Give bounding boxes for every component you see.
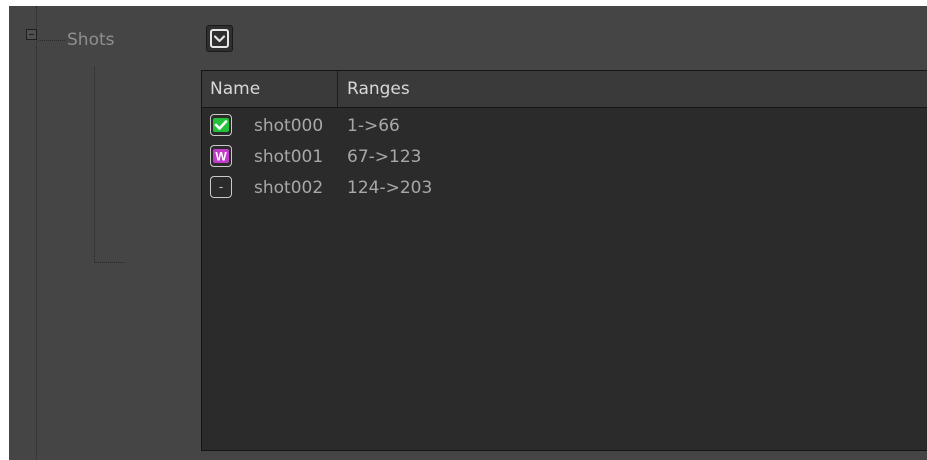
shot-name: shot002 <box>254 178 324 198</box>
tree-child-line <box>94 67 95 263</box>
column-header-name[interactable]: Name <box>202 71 338 107</box>
collapse-toggle-icon[interactable] <box>26 29 37 40</box>
tree-branch-line <box>38 40 65 41</box>
tree-guide-line <box>36 6 37 460</box>
dropdown-button[interactable] <box>206 25 233 52</box>
shot-name: shot001 <box>254 147 324 167</box>
shot-range: 67->123 <box>347 147 422 167</box>
table-header: Name Ranges <box>202 71 927 108</box>
shot-range: 124->203 <box>347 178 433 198</box>
table-row[interactable]: W shot001 67->123 <box>202 142 927 173</box>
svg-text:W: W <box>215 150 227 164</box>
tree-child-branch <box>95 262 125 263</box>
empty-status-icon: - <box>210 176 232 198</box>
table-row[interactable]: - shot002 124->203 <box>202 173 927 204</box>
chevron-down-icon <box>210 29 229 48</box>
table-row[interactable]: shot000 1->66 <box>202 111 927 142</box>
work-status-icon: W <box>210 145 232 167</box>
tree-node-shots[interactable]: Shots <box>67 29 115 51</box>
shots-table: Name Ranges shot000 1->66 W shot001 67->… <box>201 70 927 451</box>
column-header-ranges[interactable]: Ranges <box>338 71 927 107</box>
approved-status-icon <box>210 114 232 136</box>
shots-panel: Shots Name Ranges shot000 1->66 W shot00… <box>9 6 927 460</box>
shot-range: 1->66 <box>347 116 400 136</box>
shot-name: shot000 <box>254 116 324 136</box>
